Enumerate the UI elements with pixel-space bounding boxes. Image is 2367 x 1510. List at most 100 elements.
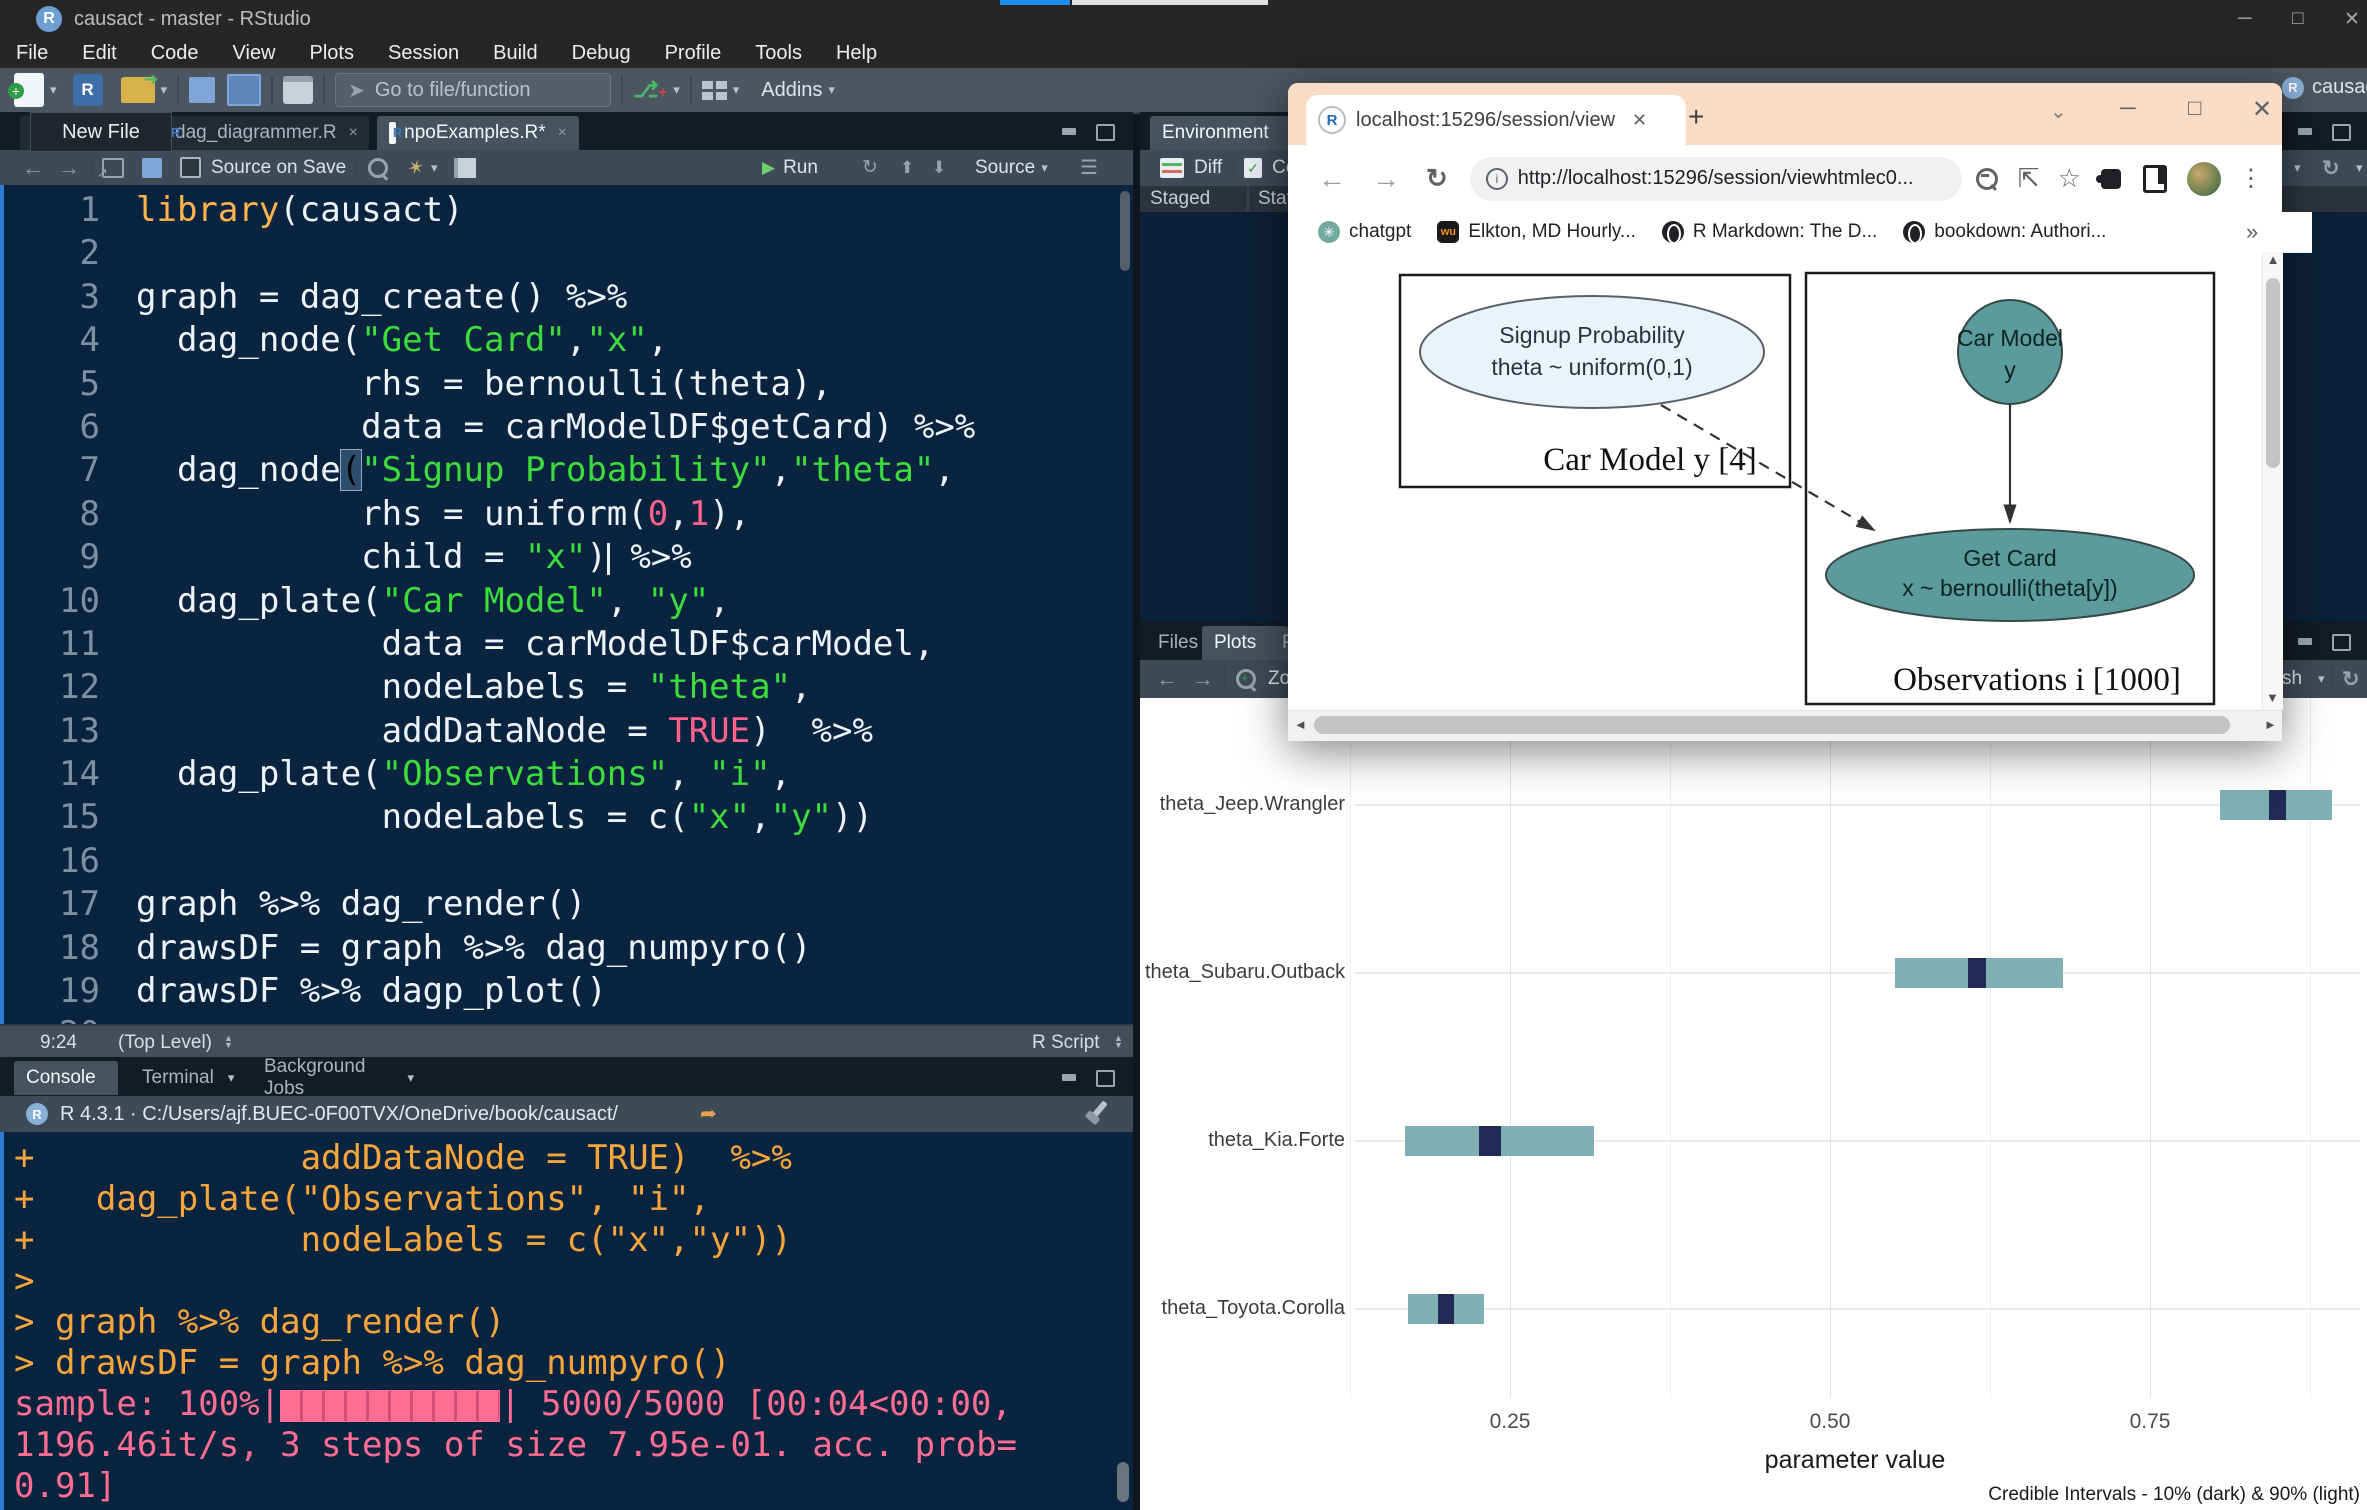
address-bar[interactable]: i http://localhost:15296/session/viewhtm… <box>1470 157 1962 201</box>
maximize-button[interactable]: □ <box>2292 8 2303 30</box>
zoom-plot-icon[interactable]: + <box>1236 669 1256 689</box>
browser-menu-icon[interactable]: ⋮ <box>2239 164 2263 193</box>
maximize-pane-icon[interactable] <box>1096 1070 1115 1087</box>
site-info-icon[interactable]: i <box>1486 168 1508 190</box>
bookmark-star-icon[interactable]: ☆ <box>2058 163 2081 194</box>
extensions-icon[interactable] <box>2101 169 2121 189</box>
scroll-left-icon[interactable]: ◄ <box>1294 717 1307 732</box>
new-project-icon[interactable]: R <box>73 74 103 106</box>
profile-avatar[interactable] <box>2187 162 2221 196</box>
close-button[interactable]: ✕ <box>2344 8 2360 31</box>
open-file-caret-icon[interactable]: ▾ <box>161 82 168 98</box>
refresh-plot-icon[interactable]: ↻ <box>2342 667 2360 692</box>
forward-icon[interactable]: → <box>58 155 80 181</box>
menu-build[interactable]: Build <box>493 42 537 65</box>
menu-help[interactable]: Help <box>836 42 877 65</box>
scroll-right-icon[interactable]: ► <box>2264 717 2277 732</box>
editor-tab-npoexamples[interactable]: npoExamples.R*× <box>377 116 579 150</box>
browser-vscrollbar[interactable]: ▲ ▼ <box>2262 252 2283 710</box>
browser-maximize-icon[interactable]: □ <box>2188 95 2201 121</box>
minimize-pane-icon[interactable] <box>1062 1074 1076 1081</box>
scope-selector[interactable]: (Top Level) <box>118 1032 212 1054</box>
menu-plots[interactable]: Plots <box>310 42 354 65</box>
open-file-icon[interactable]: ➔ <box>121 77 155 103</box>
menu-code[interactable]: Code <box>151 42 199 65</box>
zoom-out-icon[interactable] <box>1976 168 1998 190</box>
bookmark-elkton[interactable]: wuElkton, MD Hourly... <box>1437 221 1636 243</box>
back-icon[interactable]: ← <box>22 155 44 181</box>
previous-plot-icon[interactable]: ← <box>1156 666 1178 692</box>
editor-scrollbar[interactable] <box>1120 191 1130 271</box>
scroll-down-icon[interactable]: ▼ <box>2266 690 2279 705</box>
publish-label[interactable]: sh <box>2282 668 2302 690</box>
publish-caret-icon[interactable]: ▾ <box>2318 671 2325 687</box>
browser-hscrollbar[interactable]: ◄ ► <box>1288 710 2282 741</box>
save-icon[interactable] <box>142 158 162 178</box>
tab-terminal[interactable]: Terminal▾ <box>130 1061 242 1095</box>
side-panel-icon[interactable] <box>2143 165 2167 193</box>
tab-search-chevron-icon[interactable]: ⌄ <box>2050 99 2067 124</box>
pull-caret-icon[interactable]: ▾ <box>2294 160 2301 176</box>
new-file-caret-icon[interactable]: ▾ <box>50 82 57 98</box>
browser-back-icon[interactable]: ← <box>1318 163 1346 195</box>
browser-close-icon[interactable]: ✕ <box>2252 95 2272 124</box>
save-all-icon[interactable] <box>227 74 261 106</box>
clear-console-icon[interactable] <box>1090 1100 1107 1119</box>
minimize-button[interactable]: ─ <box>2238 8 2251 30</box>
bookmark-bookdown[interactable]: bookdown: Authori... <box>1903 221 2106 243</box>
hscroll-thumb[interactable] <box>1314 716 2230 734</box>
goto-file-function-input[interactable]: ➤ Go to file/function <box>335 73 611 107</box>
tab-console[interactable]: Console <box>14 1061 118 1095</box>
refresh-icon[interactable]: ↻ <box>2322 156 2340 181</box>
goto-dir-icon[interactable]: ➦ <box>700 1101 717 1126</box>
panes-caret-icon[interactable]: ▾ <box>733 82 740 98</box>
popout-icon[interactable]: ↗ <box>102 158 124 178</box>
maximize-pane-icon[interactable] <box>2332 634 2351 651</box>
addins-button[interactable]: Addins <box>761 79 822 102</box>
compile-report-icon[interactable] <box>454 158 476 178</box>
tab-environment[interactable]: Environment <box>1150 116 1292 150</box>
diff-button[interactable]: Diff <box>1194 157 1222 179</box>
find-icon[interactable] <box>368 158 388 178</box>
file-type-selector[interactable]: R Script <box>1032 1032 1100 1054</box>
minimize-pane-icon[interactable] <box>2298 128 2312 135</box>
scroll-up-icon[interactable]: ▲ <box>2263 252 2283 267</box>
workspace-panes-icon[interactable] <box>702 81 727 100</box>
menu-view[interactable]: View <box>233 42 276 65</box>
version-control-caret-icon[interactable]: ▾ <box>673 82 680 98</box>
close-tab-icon[interactable]: ✕ <box>1632 110 1647 131</box>
console-scrollbar[interactable] <box>1117 1462 1129 1502</box>
minimize-pane-icon[interactable] <box>1062 128 1076 135</box>
bookmarks-overflow-icon[interactable]: » <box>2246 219 2258 245</box>
browser-reload-icon[interactable]: ↻ <box>1426 163 1448 194</box>
browser-tab[interactable]: R localhost:15296/session/viewhtm ✕ <box>1306 95 1686 145</box>
version-control-icon[interactable]: ⎇+ <box>633 77 667 103</box>
print-icon[interactable] <box>283 76 313 104</box>
rerun-icon[interactable]: ↻ <box>862 156 878 179</box>
wand-caret-icon[interactable]: ▾ <box>431 160 438 176</box>
save-icon[interactable] <box>189 77 215 103</box>
magic-wand-icon[interactable]: ✶ <box>402 153 432 183</box>
menu-file[interactable]: File <box>16 42 48 65</box>
vscroll-thumb[interactable] <box>2266 278 2280 468</box>
menu-debug[interactable]: Debug <box>572 42 631 65</box>
next-plot-icon[interactable]: → <box>1192 666 1214 692</box>
source-down-icon[interactable]: ⬇ <box>932 158 946 178</box>
menu-tools[interactable]: Tools <box>755 42 802 65</box>
bookmark-r[interactable]: R Markdown: The D... <box>1662 221 1877 243</box>
addins-caret-icon[interactable]: ▾ <box>828 82 835 98</box>
outline-icon[interactable]: ☰ <box>1080 155 1098 180</box>
source-on-save-checkbox[interactable] <box>180 157 201 178</box>
menu-session[interactable]: Session <box>388 42 459 65</box>
new-file-icon[interactable]: + <box>14 73 44 107</box>
bookmark-chatgpt[interactable]: ✳chatgpt <box>1318 221 1411 243</box>
close-tab-icon[interactable]: × <box>349 124 358 142</box>
browser-minimize-icon[interactable]: ─ <box>2120 95 2136 121</box>
share-icon[interactable]: ⇱ <box>2018 163 2040 194</box>
project-button[interactable]: R causact <box>2282 76 2367 99</box>
menu-profile[interactable]: Profile <box>665 42 722 65</box>
code-editor[interactable]: 1library(causact)23graph = dag_create() … <box>0 185 1133 1024</box>
new-tab-icon[interactable]: + <box>1688 101 1704 133</box>
menu-edit[interactable]: Edit <box>82 42 116 65</box>
close-tab-icon[interactable]: × <box>558 124 567 142</box>
